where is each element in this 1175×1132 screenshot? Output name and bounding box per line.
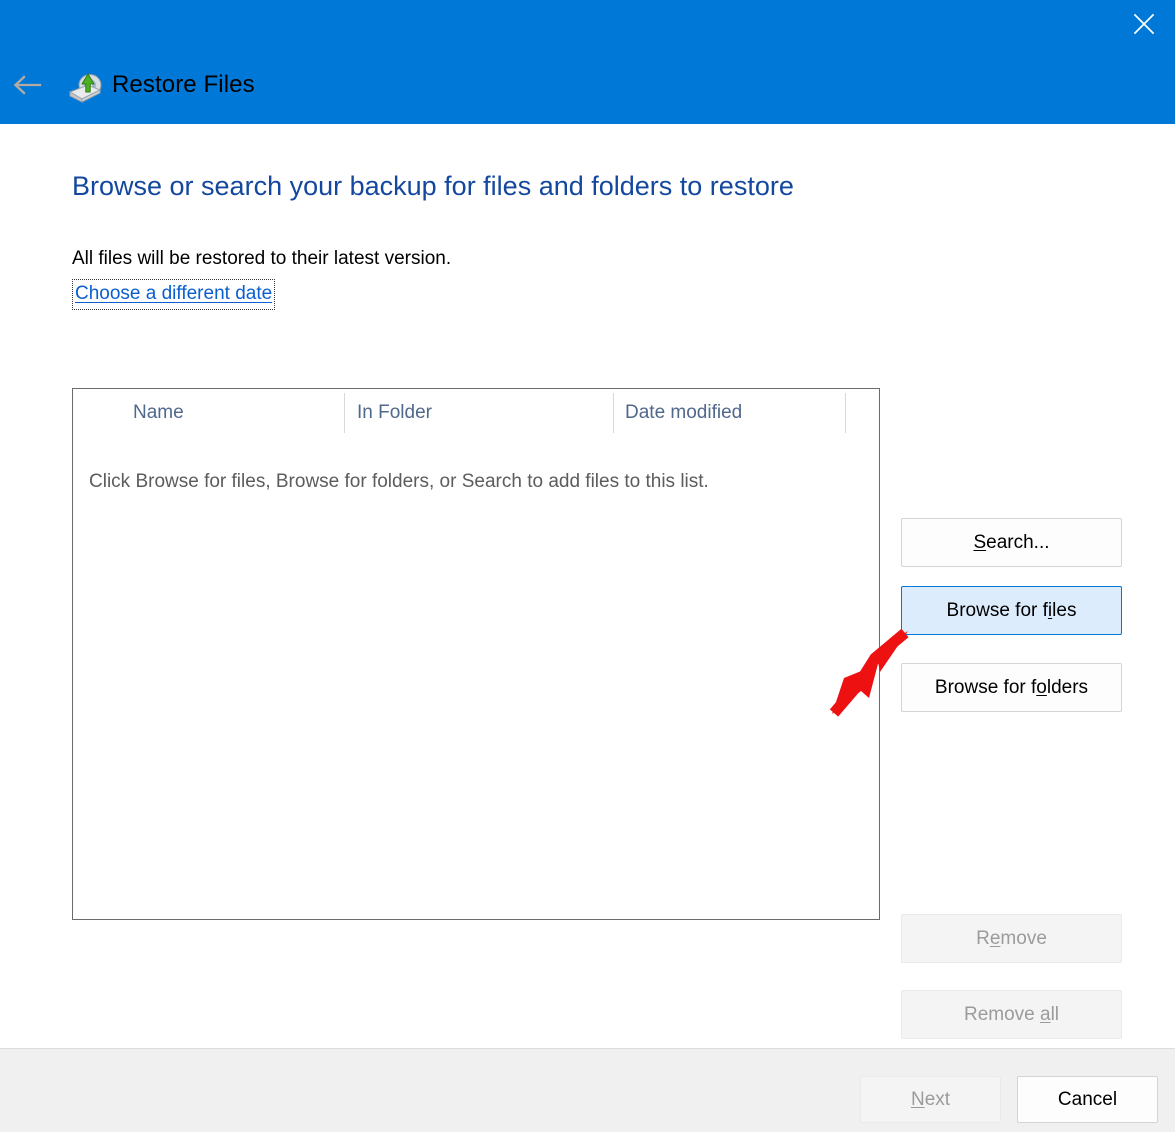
main-content: Browse or search your backup for files a… (0, 124, 1175, 1048)
browse-for-files-button[interactable]: Browse for files (901, 586, 1122, 635)
back-arrow-icon[interactable] (8, 66, 46, 104)
next-button: Next (860, 1076, 1001, 1123)
column-header-extra (845, 389, 879, 437)
choose-different-date-link[interactable]: Choose a different date (72, 279, 275, 310)
search-button-label: Search... (973, 532, 1049, 554)
browse-for-folders-button[interactable]: Browse for folders (901, 663, 1122, 712)
cancel-button[interactable]: Cancel (1017, 1076, 1158, 1123)
browse-for-folders-label: Browse for folders (935, 677, 1088, 699)
remove-all-button-label: Remove all (964, 1004, 1059, 1026)
restore-files-icon (66, 66, 106, 104)
empty-list-message: Click Browse for files, Browse for folde… (89, 471, 709, 493)
cancel-button-label: Cancel (1058, 1089, 1117, 1111)
description-text: All files will be restored to their late… (72, 246, 451, 272)
title-bar: Restore Files (0, 0, 1175, 124)
column-header-name[interactable]: Name (73, 389, 344, 437)
search-button[interactable]: Search... (901, 518, 1122, 567)
close-icon[interactable] (1113, 0, 1175, 48)
window-title: Restore Files (112, 68, 255, 102)
next-button-label: Next (911, 1089, 950, 1111)
file-list-box[interactable]: Name In Folder Date modified Click Brows… (72, 388, 880, 920)
file-list-header: Name In Folder Date modified (73, 389, 879, 437)
browse-for-files-label: Browse for files (947, 600, 1077, 622)
page-title: Browse or search your backup for files a… (72, 168, 794, 204)
remove-all-button: Remove all (901, 990, 1122, 1039)
column-header-date-modified[interactable]: Date modified (613, 389, 845, 437)
column-header-in-folder[interactable]: In Folder (344, 389, 613, 437)
remove-button: Remove (901, 914, 1122, 963)
dialog-footer: Next Cancel (0, 1048, 1175, 1132)
remove-button-label: Remove (976, 928, 1047, 950)
